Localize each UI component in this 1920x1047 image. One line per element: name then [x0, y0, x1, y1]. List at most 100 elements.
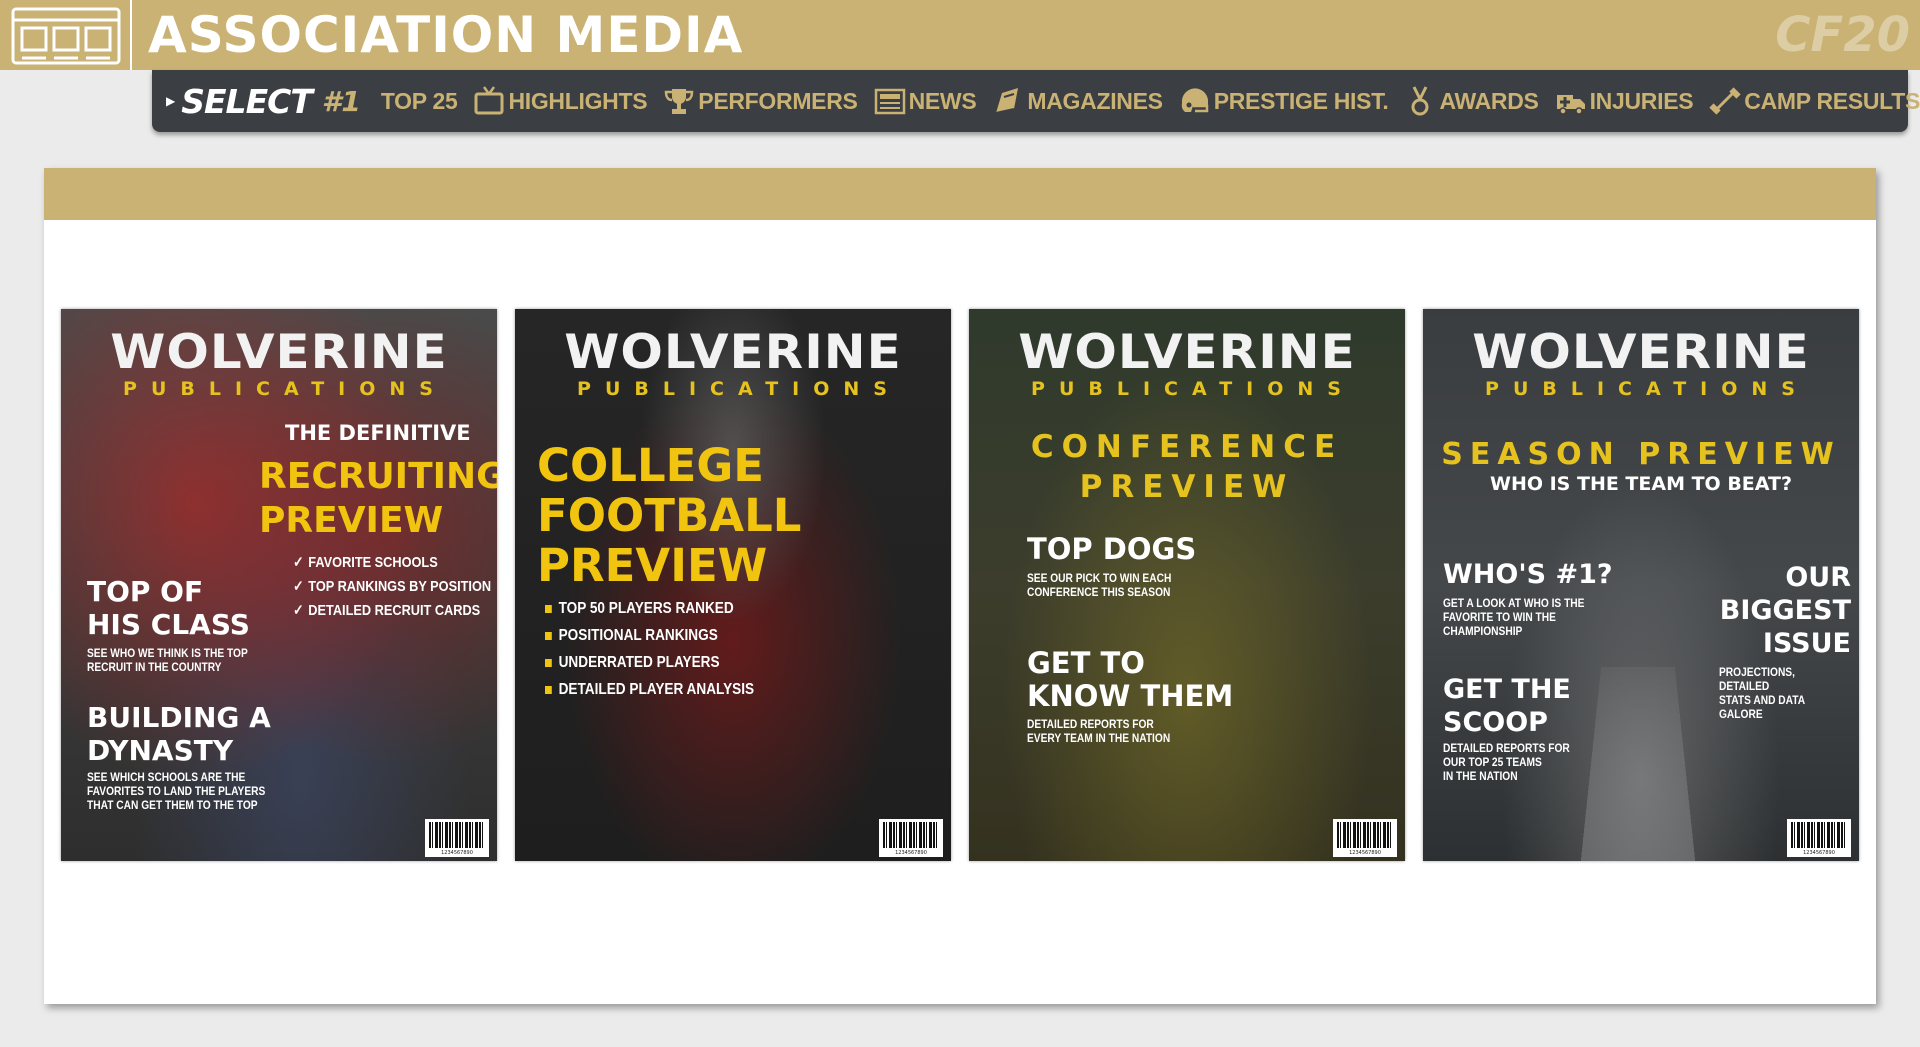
- story-title: GET THE SCOOP: [1443, 673, 1571, 739]
- tv-icon: [473, 85, 505, 117]
- bullet-item: POSITIONAL RANKINGS: [545, 622, 754, 649]
- story-title-line: SCOOP: [1443, 707, 1548, 738]
- story-text: SEE WHO WE THINK IS THE TOP RECRUIT IN T…: [87, 646, 276, 674]
- story-title-line: OUR: [1785, 562, 1851, 593]
- nav-item-performers[interactable]: PERFORMERS: [663, 85, 858, 117]
- masthead-name: WOLVERINE: [110, 324, 448, 380]
- headline-line: COLLEGE: [537, 439, 765, 492]
- story-title-line: DYNASTY: [87, 734, 234, 767]
- story-title-line: KNOW THEM: [1027, 679, 1234, 713]
- story-title: OUR BIGGEST ISSUE: [1720, 561, 1851, 660]
- headline-line: RECRUITING: [259, 456, 497, 497]
- headline-line: FOOTBALL: [537, 489, 802, 542]
- cover-subhead: WHO IS THE TEAM TO BEAT?: [1489, 473, 1792, 495]
- helmet-icon: [1179, 85, 1211, 117]
- trophy-icon: [663, 85, 695, 117]
- bullet-text: UNDERRATED PLAYERS: [558, 654, 720, 671]
- headline-line: CONFERENCE: [1030, 429, 1344, 465]
- barcode-number: 1234567890: [1349, 850, 1381, 856]
- nav-hash-label: #1: [321, 84, 361, 118]
- nav-item-label: INJURIES: [1589, 87, 1694, 114]
- masthead-sub: PUBLICATIONS: [1485, 378, 1809, 400]
- nav-item-prestige-hist[interactable]: PRESTIGE HIST.: [1179, 85, 1389, 117]
- story-text-line: FAVORITE TO WIN THE: [1443, 610, 1556, 624]
- barcode: 1234567890: [1787, 819, 1851, 857]
- magazine-masthead: WOLVERINE PUBLICATIONS: [61, 325, 497, 399]
- bullet-text: POSITIONAL RANKINGS: [558, 627, 718, 644]
- magazine-cover-season-preview[interactable]: WOLVERINE PUBLICATIONS SEASON PREVIEW WH…: [1423, 309, 1859, 861]
- nav-item-injuries[interactable]: INJURIES: [1555, 85, 1694, 117]
- bullet-item: UNDERRATED PLAYERS: [545, 649, 754, 676]
- barcode: 1234567890: [879, 819, 943, 857]
- checklist-text: FAVORITE SCHOOLS: [308, 554, 438, 571]
- story-title: BUILDING A DYNASTY: [87, 701, 271, 767]
- nav-item-news[interactable]: NEWS: [874, 85, 977, 117]
- nav-item-awards[interactable]: AWARDS: [1404, 85, 1539, 117]
- title-bar: ASSOCIATION MEDIA CF20: [0, 0, 1920, 70]
- headline-line: PREVIEW: [259, 500, 444, 541]
- nav-item-label: MAGAZINES: [1027, 87, 1163, 114]
- nav-item-top-25[interactable]: TOP 25: [381, 88, 458, 115]
- story-title-line: HIS CLASS: [87, 608, 250, 641]
- story-title-line: TOP OF: [87, 575, 204, 608]
- magazine-cover-conference-preview[interactable]: WOLVERINE PUBLICATIONS CONFERENCE PREVIE…: [969, 309, 1405, 861]
- magazine-masthead: WOLVERINE PUBLICATIONS: [1423, 325, 1859, 399]
- cover-bullets: TOP 50 PLAYERS RANKED POSITIONAL RANKING…: [545, 595, 791, 703]
- cover-headline: RECRUITING PREVIEW: [259, 455, 497, 543]
- checklist-item: ✓ FAVORITE SCHOOLS: [293, 554, 438, 571]
- nav-select-label: SELECT: [181, 81, 313, 121]
- panel-header-bar: [44, 168, 1876, 220]
- nav-item-label: PRESTIGE HIST.: [1213, 87, 1389, 114]
- story-text: SEE WHICH SCHOOLS ARE THE FAVORITES TO L…: [87, 770, 297, 812]
- cover-checklist: ✓ FAVORITE SCHOOLS ✓ TOP RANKINGS BY POSIT…: [293, 551, 497, 623]
- medal-icon: [1404, 85, 1436, 117]
- story-title: TOP OF HIS CLASS: [87, 575, 250, 641]
- story-text-line: OUR TOP 25 TEAMS: [1443, 755, 1542, 769]
- magazine-icon: [992, 85, 1024, 117]
- nav-bar: ▶ SELECT #1 TOP 25 HIGHLIGHTS PERFORMERS…: [152, 70, 1920, 132]
- story-text-line: STATS AND DATA GALORE: [1719, 693, 1805, 721]
- checklist-item: ✓ DETAILED RECRUIT CARDS: [293, 602, 481, 619]
- nav-item-label: CAMP RESULTS: [1744, 87, 1920, 114]
- magazine-masthead: WOLVERINE PUBLICATIONS: [969, 325, 1405, 399]
- story-text: DETAILED REPORTS FOR OUR TOP 25 TEAMS IN…: [1443, 741, 1592, 783]
- nav-item-label: NEWS: [908, 87, 977, 114]
- story-title: WHO'S #1?: [1443, 559, 1613, 590]
- story-text-line: SEE OUR PICK TO WIN EACH: [1027, 571, 1172, 585]
- nav-item-camp-results[interactable]: CAMP RESULTS: [1709, 85, 1920, 117]
- story-text: GET A LOOK AT WHO IS THE FAVORITE TO WIN…: [1443, 596, 1609, 638]
- game-watermark: CF20: [1775, 7, 1910, 63]
- caret-right-icon: ▶: [166, 94, 176, 108]
- story-text-line: IN THE NATION: [1443, 769, 1518, 783]
- story-text-line: THAT CAN GET THEM TO THE TOP: [87, 798, 258, 812]
- story-title-line: BIGGEST: [1719, 595, 1851, 626]
- ambulance-icon: [1555, 85, 1587, 117]
- nav-item-label: HIGHLIGHTS: [508, 87, 648, 114]
- checklist-item: ✓ TOP RANKINGS BY POSITION: [293, 578, 492, 595]
- headline-line: PREVIEW: [1079, 469, 1295, 505]
- story-text-line: FAVORITES TO LAND THE PLAYERS: [87, 784, 266, 798]
- bullet-text: TOP 50 PLAYERS RANKED: [558, 600, 734, 617]
- story-title: GET TO KNOW THEM: [1027, 647, 1233, 713]
- newspaper-icon: [874, 85, 906, 117]
- story-text: PROJECTIONS, DETAILED STATS AND DATA GAL…: [1719, 665, 1859, 721]
- story-title: TOP DOGS: [1027, 532, 1197, 566]
- magazine-cover-recruiting-preview[interactable]: WOLVERINE PUBLICATIONS THE DEFINITIVE RE…: [61, 309, 497, 861]
- magazine-cover-college-football-preview[interactable]: WOLVERINE PUBLICATIONS COLLEGE FOOTBALL …: [515, 309, 951, 861]
- story-title-line: ISSUE: [1762, 628, 1851, 659]
- nav-item-highlights[interactable]: HIGHLIGHTS: [473, 85, 648, 117]
- story-text-line: PROJECTIONS, DETAILED: [1719, 665, 1795, 693]
- story-text-line: GET A LOOK AT WHO IS THE: [1443, 596, 1585, 610]
- masthead-sub: PUBLICATIONS: [577, 378, 901, 400]
- nav-item-magazines[interactable]: MAGAZINES: [992, 85, 1163, 117]
- page-title: ASSOCIATION MEDIA: [148, 6, 744, 64]
- story-title-line: GET THE: [1443, 674, 1571, 705]
- story-text-line: DETAILED REPORTS FOR: [1443, 741, 1570, 755]
- masthead-name: WOLVERINE: [564, 324, 902, 380]
- story-title-line: GET TO: [1027, 646, 1145, 680]
- dumbbell-icon: [1709, 85, 1741, 117]
- app-grid-icon[interactable]: [0, 0, 132, 70]
- masthead-name: WOLVERINE: [1472, 324, 1810, 380]
- bullet-text: DETAILED PLAYER ANALYSIS: [558, 681, 755, 698]
- story-text-line: CONFERENCE THIS SEASON: [1027, 585, 1171, 599]
